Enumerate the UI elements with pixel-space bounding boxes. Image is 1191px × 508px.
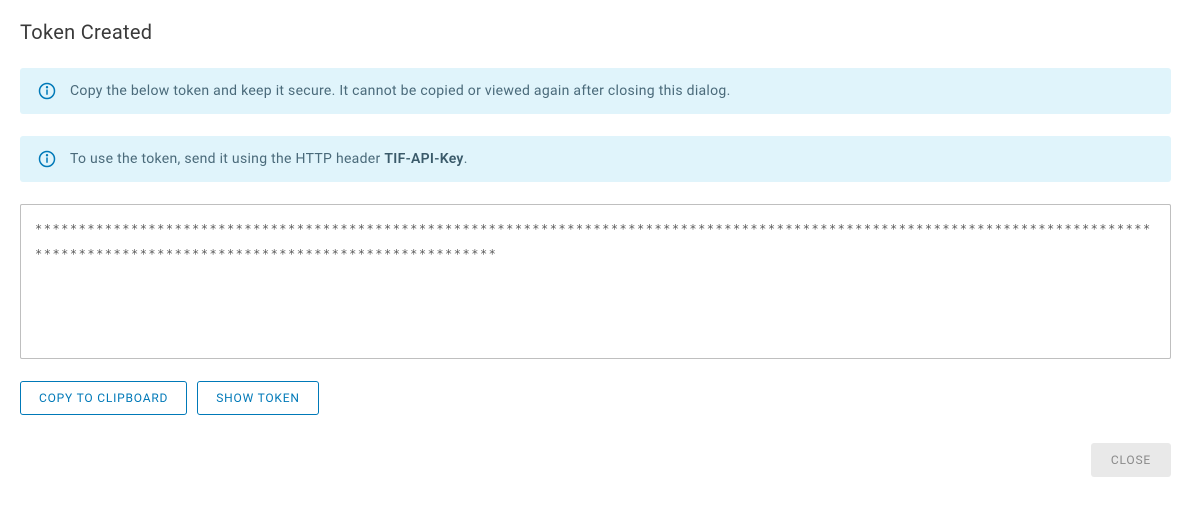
- secure-warning-banner: Copy the below token and keep it secure.…: [20, 68, 1171, 114]
- usage-suffix: .: [464, 151, 468, 167]
- usage-header-name: TIF-API-Key: [384, 151, 463, 167]
- usage-banner: To use the token, send it using the HTTP…: [20, 136, 1171, 182]
- info-icon: [38, 82, 56, 100]
- copy-to-clipboard-button[interactable]: COPY TO CLIPBOARD: [20, 381, 187, 415]
- secure-warning-text: Copy the below token and keep it secure.…: [70, 83, 731, 99]
- dialog-title: Token Created: [20, 20, 1171, 44]
- usage-text: To use the token, send it using the HTTP…: [70, 151, 468, 167]
- action-button-row: COPY TO CLIPBOARD SHOW TOKEN: [20, 381, 1171, 415]
- close-button[interactable]: CLOSE: [1091, 443, 1171, 477]
- dialog-footer: CLOSE: [20, 443, 1171, 477]
- info-icon: [38, 150, 56, 168]
- show-token-button[interactable]: SHOW TOKEN: [197, 381, 319, 415]
- token-display: ****************************************…: [20, 204, 1171, 359]
- usage-prefix: To use the token, send it using the HTTP…: [70, 151, 384, 167]
